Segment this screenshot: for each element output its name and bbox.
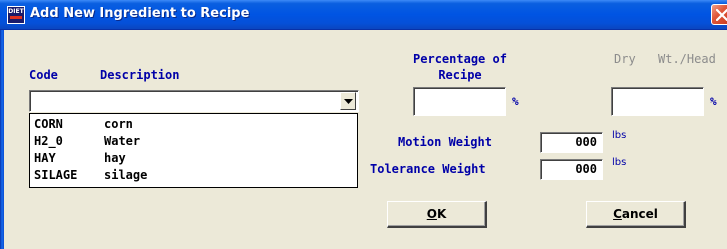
tolerance-weight-unit: lbs bbox=[612, 157, 627, 168]
wt-head-column-label: Wt./Head bbox=[658, 52, 716, 66]
ingredient-description: corn bbox=[104, 117, 133, 131]
cancel-button-label: ancel bbox=[621, 207, 658, 221]
app-icon-text: DIET bbox=[8, 8, 24, 15]
close-button[interactable] bbox=[711, 4, 727, 25]
app-icon-bar bbox=[10, 16, 22, 19]
percentage-label-line2: Recipe bbox=[438, 68, 482, 82]
tolerance-weight-label: Tolerance Weight bbox=[370, 162, 486, 176]
ok-button-label: K bbox=[436, 207, 447, 221]
ingredient-code: SILAGE bbox=[34, 168, 78, 182]
ok-button-mnemonic: O bbox=[426, 207, 437, 221]
percentage-unit: % bbox=[512, 95, 519, 108]
code-column-label: Code bbox=[29, 68, 58, 82]
percentage-label-line1: Percentage of bbox=[413, 52, 507, 66]
ingredient-description: silage bbox=[104, 168, 148, 182]
motion-weight-input[interactable]: 000 bbox=[540, 132, 603, 153]
ok-button[interactable]: OK bbox=[387, 201, 487, 228]
motion-weight-unit: lbs bbox=[612, 130, 627, 141]
dry-percentage-input[interactable] bbox=[611, 87, 704, 116]
ingredient-list[interactable]: CORN corn H2_0 Water HAY hay SILAGE sila… bbox=[29, 113, 358, 188]
dropdown-button[interactable] bbox=[340, 92, 356, 110]
diet-app-icon: DIET bbox=[7, 6, 25, 24]
tolerance-weight-input[interactable]: 000 bbox=[540, 159, 603, 180]
motion-weight-label: Motion Weight bbox=[398, 135, 492, 149]
ingredient-description: Water bbox=[104, 134, 141, 148]
dry-unit: % bbox=[710, 95, 717, 108]
ingredient-select[interactable] bbox=[29, 90, 359, 112]
window-title: Add New Ingredient to Recipe bbox=[30, 6, 250, 21]
ingredient-code: HAY bbox=[34, 151, 56, 165]
ingredient-description: hay bbox=[104, 151, 126, 165]
dry-column-label: Dry bbox=[614, 52, 636, 66]
close-icon bbox=[716, 9, 727, 21]
cancel-button[interactable]: Cancel bbox=[586, 201, 686, 228]
percentage-input[interactable] bbox=[413, 87, 506, 116]
description-column-label: Description bbox=[100, 68, 180, 82]
cancel-button-mnemonic: C bbox=[613, 207, 622, 221]
ingredient-code: H2_0 bbox=[34, 134, 63, 148]
window-left-border bbox=[0, 30, 4, 249]
chevron-down-icon bbox=[344, 99, 353, 104]
ingredient-code: CORN bbox=[34, 117, 63, 131]
title-bar[interactable]: DIET Add New Ingredient to Recipe bbox=[0, 0, 727, 30]
